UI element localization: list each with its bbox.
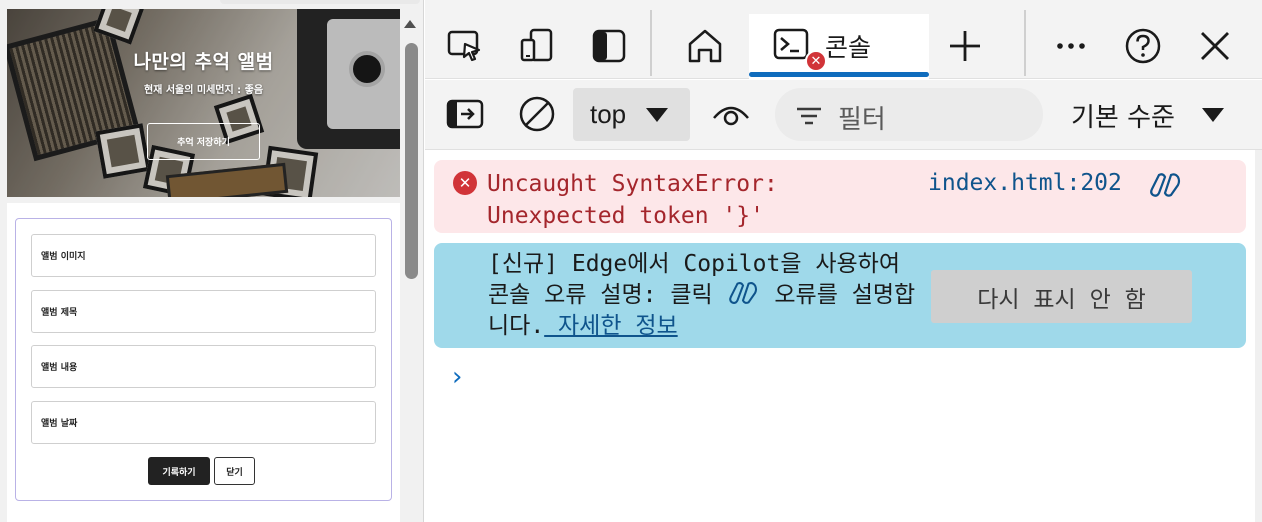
chevron-down-icon	[646, 108, 668, 122]
chevron-down-icon[interactable]	[1202, 108, 1224, 122]
plus-icon[interactable]	[943, 24, 987, 68]
toolbar-separator	[650, 10, 652, 76]
submit-record-button[interactable]: 기록하기	[148, 457, 210, 485]
learn-more-link[interactable]: 자세한 정보	[544, 313, 678, 339]
js-context-select[interactable]: top	[573, 88, 690, 141]
close-icon[interactable]	[1193, 24, 1237, 68]
error-source-link[interactable]: index.html:202	[928, 170, 1122, 196]
copilot-inline-icon	[727, 280, 761, 304]
console-error-badge-icon: ✕	[805, 50, 827, 72]
close-form-button[interactable]: 닫기	[214, 457, 255, 485]
dont-show-again-button[interactable]: 다시 표시 안 함	[931, 270, 1192, 323]
album-date-input[interactable]: 앨범 날짜	[31, 401, 376, 444]
show-console-sidebar-icon[interactable]	[443, 92, 487, 136]
save-memory-button[interactable]: 추억 저장하기	[147, 123, 260, 160]
hero-title: 나만의 추억 앨범	[133, 51, 274, 73]
error-text: Uncaught SyntaxError: Unexpected token '…	[487, 171, 778, 229]
webpage-viewport: 나만의 추억 앨범 현재 서울의 미세먼지 : 좋음 추억 저장하기 앨범 이미…	[0, 0, 424, 522]
tab-console-label: 콘솔	[825, 33, 872, 62]
live-expression-eye-icon[interactable]	[709, 92, 753, 136]
inspect-element-icon[interactable]	[443, 24, 487, 68]
devtools-panel: ✕ 콘솔 top 필터 기본 수준 ✕ Uncaught SyntaxError…	[425, 0, 1262, 522]
device-emulation-icon[interactable]	[515, 24, 559, 68]
toolbar-separator	[1024, 10, 1026, 76]
js-context-value: top	[590, 99, 627, 129]
hero-overlay	[7, 9, 400, 197]
log-level-select[interactable]: 기본 수준	[1071, 97, 1175, 134]
more-icon[interactable]	[1049, 24, 1093, 68]
active-tab-indicator	[749, 72, 929, 77]
page-scrollbar-thumb[interactable]	[405, 43, 418, 279]
error-icon: ✕	[453, 171, 477, 195]
window-top-edge	[220, 0, 420, 4]
clear-console-icon[interactable]	[515, 92, 559, 136]
copilot-info-text: [신규] Edge에서 Copilot을 사용하여 콘솔 오류 설명: 클릭 오…	[488, 249, 928, 342]
hero-banner: 나만의 추억 앨범 현재 서울의 미세먼지 : 좋음 추억 저장하기	[7, 9, 400, 197]
console-scrollbar[interactable]	[1255, 150, 1262, 522]
help-icon[interactable]	[1121, 24, 1165, 68]
album-content-input[interactable]: 앨범 내용	[31, 345, 376, 388]
home-icon[interactable]	[683, 24, 727, 68]
toggle-sidebar-icon[interactable]	[587, 24, 631, 68]
copilot-explain-icon[interactable]	[1149, 171, 1181, 199]
filter-placeholder: 필터	[838, 105, 886, 135]
album-image-input[interactable]: 앨범 이미지	[31, 234, 376, 277]
hero-subtitle: 현재 서울의 미세먼지 : 좋음	[143, 85, 264, 96]
scroll-up-arrow-icon[interactable]	[404, 20, 416, 28]
album-title-input[interactable]: 앨범 제목	[31, 290, 376, 333]
console-prompt-chevron-icon[interactable]: ›	[452, 362, 462, 392]
filter-icon	[787, 94, 831, 138]
